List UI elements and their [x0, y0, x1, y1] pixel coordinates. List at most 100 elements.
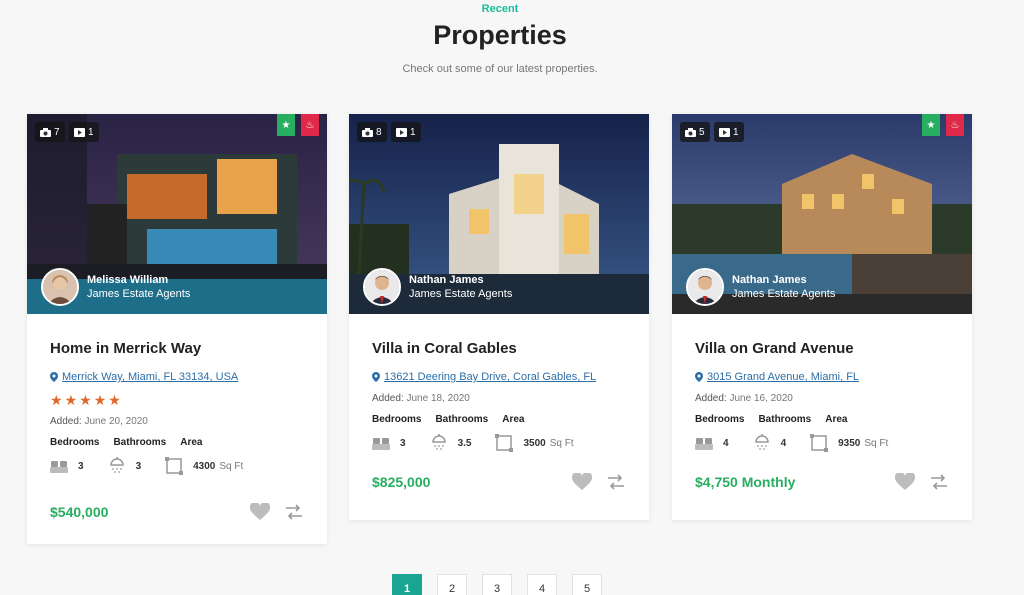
property-title[interactable]: Home in Merrick Way	[50, 340, 304, 357]
agent-name[interactable]: Nathan James	[732, 273, 835, 287]
property-photo[interactable]: 7 1 ★ ♨ Melissa William James Estate Age…	[27, 114, 327, 314]
address-link[interactable]: Merrick Way, Miami, FL 33134, USA	[62, 371, 238, 383]
star-icon: ★	[50, 392, 63, 408]
heart-icon[interactable]	[895, 473, 915, 491]
page-2-button[interactable]: 2	[437, 574, 467, 595]
spec-values: 3 3 4300 Sq Ft	[50, 456, 304, 476]
bathrooms-value: 3	[135, 460, 142, 472]
property-card[interactable]: 5 1 ★ ♨ Nathan James James Estate Agents…	[672, 114, 972, 520]
bathrooms-label: Bathrooms	[113, 437, 167, 448]
map-pin-icon	[695, 372, 703, 382]
heart-icon[interactable]	[250, 503, 270, 521]
page-4-button[interactable]: 4	[527, 574, 557, 595]
agent-name[interactable]: Nathan James	[409, 273, 512, 287]
page-3-button[interactable]: 3	[482, 574, 512, 595]
featured-tag: ★	[277, 114, 295, 136]
star-icon: ★	[64, 392, 78, 408]
agent-info[interactable]: Nathan James James Estate Agents	[363, 268, 512, 306]
spec-values: 3 3.5 3500 Sq Ft	[372, 433, 626, 453]
property-address[interactable]: Merrick Way, Miami, FL 33134, USA	[50, 371, 304, 383]
area-icon	[165, 457, 184, 475]
bedrooms-value: 3	[78, 460, 84, 472]
avatar[interactable]	[686, 268, 724, 306]
area-icon	[810, 434, 829, 452]
featured-tag: ★	[922, 114, 940, 136]
photo-count: 8	[376, 126, 382, 138]
page-5-button[interactable]: 5	[572, 574, 602, 595]
compare-icon[interactable]	[606, 473, 626, 491]
area-unit: Sq Ft	[219, 460, 244, 472]
rating-stars: ★ ★ ★ ★ ★	[50, 393, 304, 407]
bed-icon	[372, 438, 390, 450]
star-icon: ★	[926, 119, 936, 131]
video-count-badge[interactable]: 1	[391, 122, 421, 142]
added-value: June 18, 2020	[406, 393, 470, 404]
map-pin-icon	[50, 372, 58, 382]
bedrooms-label: Bedrooms	[372, 414, 422, 425]
bedrooms-value: 4	[723, 437, 729, 449]
address-link[interactable]: 13621 Deering Bay Drive, Coral Gables, F…	[384, 371, 596, 383]
bathrooms-label: Bathrooms	[435, 414, 489, 425]
pagination: 1 2 3 4 5	[392, 574, 602, 595]
area-label: Area	[180, 437, 203, 448]
bed-icon	[695, 438, 713, 450]
bathrooms-value: 3.5	[457, 437, 472, 449]
photo-count-badge[interactable]: 8	[357, 122, 387, 142]
agent-info[interactable]: Melissa William James Estate Agents	[41, 268, 190, 306]
photo-count-badge[interactable]: 7	[35, 122, 65, 142]
bathrooms-label: Bathrooms	[758, 414, 812, 425]
star-icon: ★	[108, 392, 121, 408]
added-label: Added:	[50, 416, 82, 427]
compare-icon[interactable]	[929, 473, 949, 491]
avatar[interactable]	[41, 268, 79, 306]
star-icon: ★	[281, 119, 291, 131]
added-label: Added:	[372, 393, 404, 404]
video-count-badge[interactable]: 1	[69, 122, 99, 142]
spec-labels: Bedrooms Bathrooms Area	[50, 437, 304, 448]
address-link[interactable]: 3015 Grand Avenue, Miami, FL	[707, 371, 859, 383]
agent-info[interactable]: Nathan James James Estate Agents	[686, 268, 835, 306]
map-pin-icon	[372, 372, 380, 382]
agent-name[interactable]: Melissa William	[87, 273, 190, 287]
spec-values: 4 4 9350 Sq Ft	[695, 433, 949, 453]
area-value: 9350	[838, 437, 861, 449]
area-label: Area	[502, 414, 525, 425]
property-card[interactable]: 8 1 Nathan James James Estate Agents Vil…	[349, 114, 649, 520]
compare-icon[interactable]	[284, 503, 304, 521]
camera-icon	[362, 127, 373, 137]
agent-company: James Estate Agents	[409, 288, 513, 300]
added-date: Added: June 16, 2020	[695, 393, 949, 404]
avatar[interactable]	[363, 268, 401, 306]
property-photo[interactable]: 5 1 ★ ♨ Nathan James James Estate Agents	[672, 114, 972, 314]
video-count: 1	[733, 126, 739, 138]
added-value: June 16, 2020	[729, 393, 793, 404]
bedrooms-label: Bedrooms	[695, 414, 745, 425]
video-count-badge[interactable]: 1	[714, 122, 744, 142]
added-label: Added:	[695, 393, 727, 404]
flame-icon: ♨	[950, 119, 960, 131]
page-1-button[interactable]: 1	[392, 574, 422, 595]
bedrooms-value: 3	[400, 437, 406, 449]
photo-count-badge[interactable]: 5	[680, 122, 710, 142]
property-title[interactable]: Villa on Grand Avenue	[695, 340, 949, 357]
property-address[interactable]: 3015 Grand Avenue, Miami, FL	[695, 371, 949, 383]
area-value: 4300	[193, 460, 216, 472]
person-icon	[43, 270, 77, 304]
hot-tag: ♨	[946, 114, 964, 136]
agent-company: James Estate Agents	[87, 288, 191, 300]
shower-icon	[431, 434, 446, 450]
property-photo[interactable]: 8 1 Nathan James James Estate Agents	[349, 114, 649, 314]
property-card[interactable]: 7 1 ★ ♨ Melissa William James Estate Age…	[27, 114, 327, 544]
property-title[interactable]: Villa in Coral Gables	[372, 340, 626, 357]
hot-tag: ♨	[301, 114, 319, 136]
page-subtitle: Check out some of our latest properties.	[402, 63, 598, 75]
property-address[interactable]: 13621 Deering Bay Drive, Coral Gables, F…	[372, 371, 626, 383]
property-price: $825,000	[372, 474, 431, 490]
photo-count: 7	[54, 126, 60, 138]
shower-icon	[754, 434, 769, 450]
heart-icon[interactable]	[572, 473, 592, 491]
person-icon	[688, 270, 722, 304]
area-unit: Sq Ft	[864, 437, 889, 449]
star-icon: ★	[79, 392, 92, 408]
section-kicker: Recent	[481, 3, 519, 15]
